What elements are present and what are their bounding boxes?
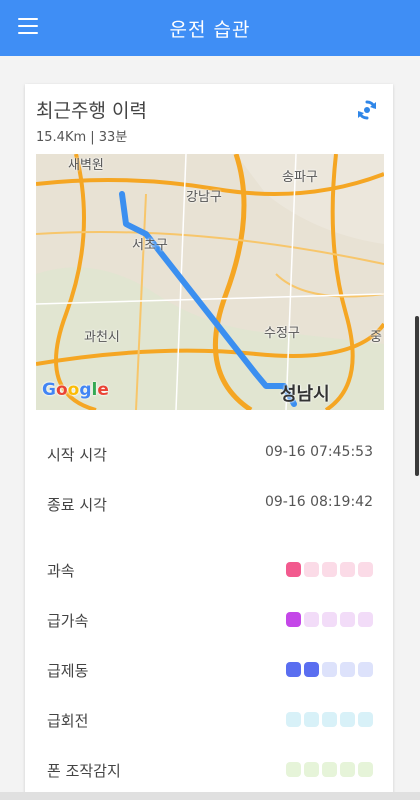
end-time-row: 종료 시각 09-16 08:19:42 bbox=[47, 492, 373, 516]
scrollbar[interactable] bbox=[415, 316, 419, 476]
habit-label: 과속 bbox=[47, 562, 75, 580]
level-dot-empty bbox=[304, 562, 319, 577]
map-label-3: 서초구 bbox=[132, 238, 168, 253]
level-dot-empty bbox=[286, 762, 301, 777]
map-label-4: 과천시 bbox=[84, 330, 120, 345]
map-label-6: 중 bbox=[370, 330, 382, 345]
end-time-value: 09-16 08:19:42 bbox=[264, 494, 373, 510]
habit-level-indicator bbox=[283, 662, 373, 681]
trip-map[interactable]: 새벽원 강남구 송파구 서초구 과천시 수정구 중 성남시 Google bbox=[36, 154, 384, 410]
level-dot-empty bbox=[304, 762, 319, 777]
level-dot-empty bbox=[322, 662, 337, 677]
map-label-7: 성남시 bbox=[280, 384, 330, 405]
level-dot-empty bbox=[358, 612, 373, 627]
map-label-2: 송파구 bbox=[282, 170, 318, 185]
level-dot-empty bbox=[340, 612, 355, 627]
google-logo: Google bbox=[42, 380, 109, 400]
level-dot-filled bbox=[304, 662, 319, 677]
map-label-0: 새벽원 bbox=[68, 158, 104, 173]
habit-label: 폰 조작감지 bbox=[47, 762, 121, 780]
habit-row: 급회전 bbox=[47, 708, 373, 732]
habit-row: 폰 조작감지 bbox=[47, 758, 373, 782]
level-dot-empty bbox=[322, 762, 337, 777]
level-dot-empty bbox=[358, 662, 373, 677]
level-dot-filled bbox=[286, 562, 301, 577]
habit-row: 과속 bbox=[47, 558, 373, 582]
level-dot-empty bbox=[340, 762, 355, 777]
level-dot-empty bbox=[304, 712, 319, 727]
app-bar: 운전 습관 bbox=[0, 0, 420, 56]
habit-level-indicator bbox=[283, 762, 373, 781]
end-time-label: 종료 시각 bbox=[47, 496, 107, 514]
trip-summary: 15.4Km | 33분 bbox=[36, 130, 128, 145]
level-dot-empty bbox=[322, 562, 337, 577]
level-dot-empty bbox=[304, 612, 319, 627]
bottom-bar bbox=[0, 792, 420, 800]
map-label-1: 강남구 bbox=[186, 190, 222, 205]
level-dot-filled bbox=[286, 612, 301, 627]
habit-label: 급제동 bbox=[47, 662, 89, 680]
level-dot-empty bbox=[286, 712, 301, 727]
level-dot-empty bbox=[358, 562, 373, 577]
level-dot-filled bbox=[286, 662, 301, 677]
refresh-icon[interactable] bbox=[355, 98, 379, 122]
level-dot-empty bbox=[358, 762, 373, 777]
level-dot-empty bbox=[340, 712, 355, 727]
level-dot-empty bbox=[340, 562, 355, 577]
start-time-label: 시작 시각 bbox=[47, 446, 107, 464]
map-label-5: 수정구 bbox=[264, 326, 300, 341]
level-dot-empty bbox=[358, 712, 373, 727]
habit-row: 급가속 bbox=[47, 608, 373, 632]
start-time-row: 시작 시각 09-16 07:45:53 bbox=[47, 442, 373, 466]
level-dot-empty bbox=[322, 612, 337, 627]
card-title: 최근주행 이력 bbox=[36, 100, 147, 122]
habit-label: 급회전 bbox=[47, 712, 89, 730]
habit-level-indicator bbox=[283, 562, 373, 581]
habit-row: 급제동 bbox=[47, 658, 373, 682]
habit-label: 급가속 bbox=[47, 612, 89, 630]
habit-level-indicator bbox=[283, 712, 373, 731]
level-dot-empty bbox=[340, 662, 355, 677]
habit-level-indicator bbox=[283, 612, 373, 631]
level-dot-empty bbox=[322, 712, 337, 727]
start-time-value: 09-16 07:45:53 bbox=[264, 444, 373, 460]
page-title: 운전 습관 bbox=[169, 19, 251, 41]
recent-trip-card: 최근주행 이력 15.4Km | 33분 새벽원 강남구 송파구 서초구 과천시… bbox=[25, 84, 393, 800]
